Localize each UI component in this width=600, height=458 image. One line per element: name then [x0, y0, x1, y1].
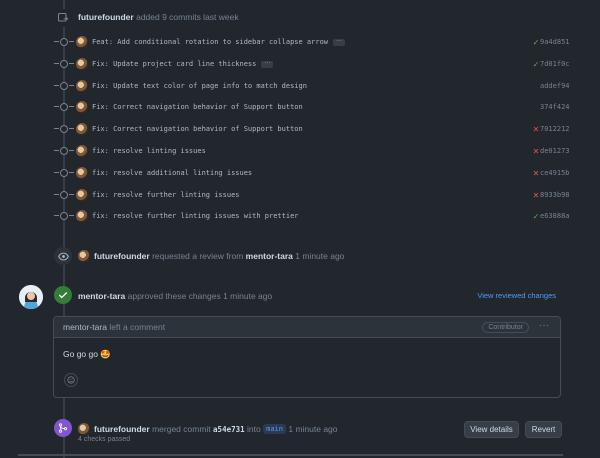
avatar[interactable] [76, 189, 88, 201]
commit-row[interactable]: Fix: Correct navigation behavior of Supp… [54, 99, 570, 115]
timeline-divider [18, 454, 563, 456]
eye-icon [57, 252, 69, 260]
add-reaction-button[interactable] [64, 373, 78, 387]
commit-sha[interactable]: ce4915b [540, 169, 574, 177]
merge-commit-sha[interactable]: a54e731 [213, 425, 245, 434]
merge-into-label: into [247, 424, 261, 434]
push-event-text: futurefounder added 9 commits last week [78, 12, 239, 22]
approval-user[interactable]: mentor-tara [78, 291, 125, 301]
review-request-text: futurefounder requested a review from me… [78, 250, 344, 262]
comment-action: left a comment [109, 322, 166, 332]
git-commit-icon [54, 212, 74, 220]
commit-message[interactable]: fix: resolve further linting issues with… [92, 212, 299, 220]
avatar[interactable] [78, 250, 90, 262]
avatar[interactable] [76, 36, 88, 48]
commit-sha[interactable]: 9a4d851 [540, 38, 574, 46]
revert-button[interactable]: Revert [525, 421, 562, 438]
commit-message[interactable]: Feat: Add conditional rotation to sideba… [92, 38, 328, 46]
merge-user[interactable]: futurefounder [94, 424, 150, 434]
avatar[interactable] [76, 145, 88, 157]
commit-sha[interactable]: 7012212 [540, 125, 574, 133]
push-event-user[interactable]: futurefounder [78, 12, 134, 22]
review-request-time[interactable]: 1 minute ago [295, 251, 344, 261]
review-comment: mentor-tara left a comment Contributor ·… [53, 316, 561, 398]
expand-commit-message-button[interactable]: ··· [261, 60, 274, 68]
git-commit-icon [54, 60, 74, 68]
commit-message[interactable]: fix: resolve linting issues [92, 147, 206, 155]
approval-time[interactable]: 1 minute ago [223, 291, 272, 301]
comment-options-button[interactable]: ··· [539, 320, 549, 331]
push-event-badge [53, 9, 73, 27]
git-commit-icon [54, 169, 74, 177]
git-commit-icon [54, 147, 74, 155]
view-reviewed-changes-link[interactable]: View reviewed changes [477, 291, 556, 300]
git-commit-icon [54, 191, 74, 199]
merge-badge [54, 419, 72, 437]
comment-author[interactable]: mentor-tara [63, 322, 107, 332]
avatar[interactable] [76, 80, 88, 92]
review-request-description: requested a review from [152, 251, 244, 261]
approval-badge [54, 286, 72, 304]
commit-row[interactable]: Feat: Add conditional rotation to sideba… [54, 34, 570, 50]
checks-status[interactable]: 4 checks passed [78, 436, 130, 443]
git-commit-icon [54, 82, 74, 90]
comment-emoji: 🤩 [100, 349, 111, 359]
avatar[interactable] [76, 210, 88, 222]
check-icon [58, 292, 68, 299]
commit-message[interactable]: Fix: Correct navigation behavior of Supp… [92, 103, 303, 111]
commit-message[interactable]: fix: resolve further linting issues [92, 191, 240, 199]
git-commit-icon [54, 38, 74, 46]
reviewer-avatar-image [19, 285, 43, 309]
reviewer-avatar[interactable] [19, 285, 43, 309]
git-commit-icon [54, 103, 74, 111]
commit-sha[interactable]: de01273 [540, 147, 574, 155]
commit-row[interactable]: fix: resolve linting issues ✕ de01273 [54, 143, 570, 159]
commit-sha[interactable]: 8933b98 [540, 191, 574, 199]
commit-message[interactable]: Fix: Update project card line thickness [92, 60, 256, 68]
merge-time[interactable]: 1 minute ago [288, 424, 337, 434]
commit-message[interactable]: fix: resolve additional linting issues [92, 169, 252, 177]
commit-sha[interactable]: 7d01f0c [540, 60, 574, 68]
review-request-badge [54, 247, 72, 265]
repo-push-icon [57, 12, 69, 22]
approval-text: mentor-tara approved these changes 1 min… [78, 291, 272, 301]
base-branch-chip[interactable]: main [263, 424, 286, 434]
comment-author-line: mentor-tara left a comment [63, 322, 165, 332]
commit-row[interactable]: fix: resolve further linting issues ✕ 8933… [54, 187, 570, 203]
avatar[interactable] [76, 101, 88, 113]
comment-body: Go go go 🤩 [54, 338, 560, 371]
git-merge-icon [58, 423, 68, 433]
avatar[interactable] [76, 58, 88, 70]
commit-sha[interactable]: e63888a [540, 212, 574, 220]
contributor-badge: Contributor [482, 322, 529, 333]
commit-row[interactable]: Fix: Correct navigation behavior of Supp… [54, 121, 570, 137]
reviewer-name[interactable]: mentor-tara [246, 251, 293, 261]
commit-sha[interactable]: 374f424 [540, 103, 574, 111]
commit-row[interactable]: Fix: Update project card line thickness ·… [54, 56, 570, 72]
commit-message[interactable]: Fix: Update text color of page info to m… [92, 82, 307, 90]
comment-header: mentor-tara left a comment Contributor ·… [54, 317, 560, 338]
commit-row[interactable]: fix: resolve further linting issues with… [54, 208, 570, 224]
comment-text: Go go go [63, 349, 98, 359]
view-details-button[interactable]: View details [464, 421, 519, 438]
avatar[interactable] [76, 167, 88, 179]
expand-commit-message-button[interactable]: ··· [333, 38, 346, 46]
review-request-user[interactable]: futurefounder [94, 251, 150, 261]
git-commit-icon [54, 125, 74, 133]
merge-description: merged commit [152, 424, 211, 434]
commit-sha[interactable]: addef94 [540, 82, 574, 90]
avatar[interactable] [76, 123, 88, 135]
avatar[interactable] [78, 423, 90, 435]
merge-text: futurefounder merged commit a54e731 into… [78, 423, 338, 435]
commit-message[interactable]: Fix: Correct navigation behavior of Supp… [92, 125, 303, 133]
smiley-icon [67, 376, 75, 384]
commit-row[interactable]: fix: resolve additional linting issues ✕ c… [54, 165, 570, 181]
commit-row[interactable]: Fix: Update text color of page info to m… [54, 78, 570, 94]
approval-description: approved these changes [127, 291, 221, 301]
push-event-description: added 9 commits last week [136, 12, 239, 22]
